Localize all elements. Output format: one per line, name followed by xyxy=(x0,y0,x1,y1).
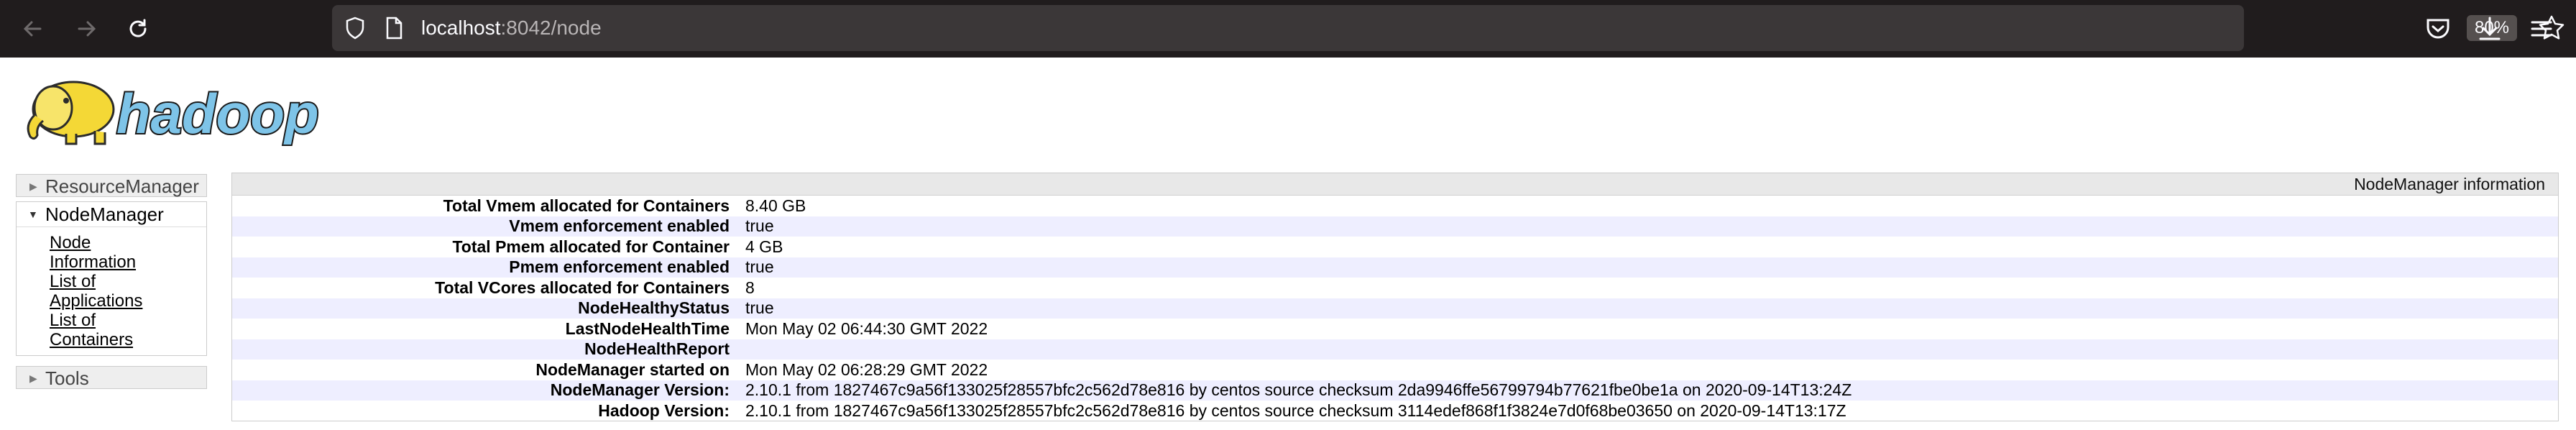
sidebar-item-label: Tools xyxy=(45,367,89,389)
row-value: Mon May 02 06:44:30 GMT 2022 xyxy=(745,319,988,338)
link-list-of-applications[interactable]: List of Applications xyxy=(50,272,172,311)
table-row: Total Pmem allocated for Container 4 GB xyxy=(232,237,2558,257)
sidebar-item-label: ResourceManager xyxy=(45,175,199,197)
nodemanager-info-panel: NodeManager information Total Vmem alloc… xyxy=(231,173,2559,421)
page-icon xyxy=(381,15,407,41)
row-value: true xyxy=(745,298,774,318)
forward-arrow-icon[interactable] xyxy=(72,14,101,43)
row-value: Mon May 02 06:28:29 GMT 2022 xyxy=(745,360,988,379)
sidebar-item-nodemanager[interactable]: ▼ NodeManager xyxy=(17,202,206,227)
triangle-right-icon: ▶ xyxy=(29,180,37,192)
table-row: Total Vmem allocated for Containers 8.40 … xyxy=(232,196,2558,216)
row-value: true xyxy=(745,257,774,277)
table-row: Pmem enforcement enabled true xyxy=(232,257,2558,278)
row-key: NodeManager started on xyxy=(535,360,730,379)
row-key: NodeHealthReport xyxy=(584,339,730,359)
row-value: 2.10.1 from 1827467c9a56f133025f28557bfc… xyxy=(745,380,1852,400)
nodemanager-links: Node Information List of Applications Li… xyxy=(17,227,172,349)
row-key: LastNodeHealthTime xyxy=(565,319,730,338)
info-table: Total Vmem allocated for Containers 8.40 … xyxy=(232,196,2558,421)
sidebar-item-label: NodeManager xyxy=(45,203,164,225)
row-key: Total Pmem allocated for Container xyxy=(452,237,730,256)
row-key: Total VCores allocated for Containers xyxy=(435,278,730,297)
hadoop-logo[interactable]: hadoop xyxy=(16,65,361,151)
row-value: 2.10.1 from 1827467c9a56f133025f28557bfc… xyxy=(745,401,1846,420)
link-node-information[interactable]: Node Information xyxy=(50,233,172,272)
url-bar[interactable]: localhost:8042/node 80% xyxy=(332,5,2564,51)
table-row: NodeManager started on Mon May 02 06:28:2… xyxy=(232,360,2558,380)
table-row: NodeHealthReport xyxy=(232,339,2558,360)
download-icon[interactable] xyxy=(2474,13,2506,45)
row-value xyxy=(745,339,2558,360)
reload-icon[interactable] xyxy=(124,14,152,43)
back-arrow-icon[interactable] xyxy=(19,14,47,43)
url-path: :8042/node xyxy=(500,17,602,39)
row-value: 8 xyxy=(745,278,755,297)
row-value: true xyxy=(745,216,774,236)
triangle-right-icon: ▶ xyxy=(29,372,37,384)
row-key: Hadoop Version: xyxy=(598,401,730,420)
row-value: 8.40 GB xyxy=(745,196,806,215)
shield-icon[interactable] xyxy=(342,15,368,41)
table-row: Hadoop Version: 2.10.1 from 1827467c9a56f… xyxy=(232,401,2558,421)
row-key: Pmem enforcement enabled xyxy=(509,257,730,277)
table-row: NodeHealthyStatus true xyxy=(232,298,2558,319)
sidebar: ▶ ResourceManager ▼ NodeManager Node Inf… xyxy=(16,174,207,393)
menu-icon[interactable] xyxy=(2526,13,2557,45)
url-host: localhost xyxy=(421,17,501,39)
row-value: 4 GB xyxy=(745,237,783,256)
row-key: NodeHealthyStatus xyxy=(578,298,730,318)
triangle-down-icon: ▼ xyxy=(28,209,38,220)
sidebar-item-resourcemanager[interactable]: ▶ ResourceManager xyxy=(16,174,207,197)
info-header: NodeManager information xyxy=(232,173,2558,196)
pocket-icon[interactable] xyxy=(2422,13,2454,45)
sidebar-item-tools[interactable]: ▶ Tools xyxy=(16,366,207,389)
table-row: LastNodeHealthTime Mon May 02 06:44:30 GM… xyxy=(232,319,2558,339)
table-row: Vmem enforcement enabled true xyxy=(232,216,2558,237)
hadoop-wordmark: hadoop xyxy=(116,82,319,145)
table-row: Total VCores allocated for Containers 8 xyxy=(232,278,2558,298)
sidebar-section-nodemanager: ▼ NodeManager Node Information List of A… xyxy=(16,201,207,356)
row-key: NodeManager Version: xyxy=(550,380,730,400)
browser-toolbar: localhost:8042/node 80% xyxy=(0,0,2576,58)
table-row: NodeManager Version: 2.10.1 from 1827467c… xyxy=(232,380,2558,401)
row-key: Total Vmem allocated for Containers xyxy=(443,196,730,215)
url-text[interactable]: localhost:8042/node xyxy=(421,5,602,51)
link-list-of-containers[interactable]: List of Containers xyxy=(50,311,172,349)
row-key: Vmem enforcement enabled xyxy=(509,216,730,236)
